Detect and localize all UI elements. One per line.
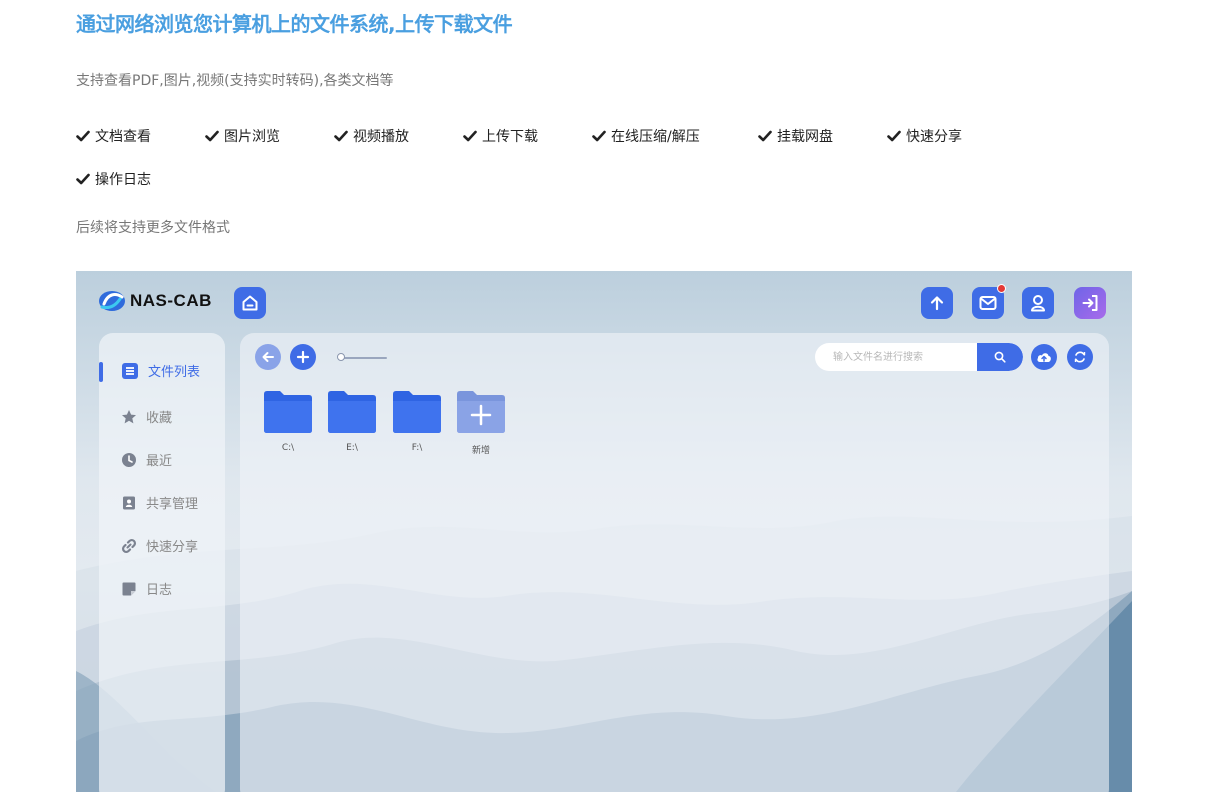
- feature-label: 图片浏览: [224, 129, 280, 145]
- sidebar-item-label: 快速分享: [146, 540, 199, 555]
- check-icon: [758, 130, 772, 142]
- sidebar-item-log[interactable]: 日志: [121, 579, 172, 598]
- check-icon: [463, 130, 477, 142]
- sidebar-item-share-manage[interactable]: 共享管理: [121, 493, 198, 512]
- page-subtitle: 支持查看PDF,图片,视频(支持实时转码),各类文档等: [76, 73, 394, 89]
- logo-text: NAS-CAB: [130, 291, 212, 310]
- home-button[interactable]: [234, 287, 266, 319]
- sidebar-item-recent[interactable]: 最近: [121, 450, 172, 469]
- folder-icon: [393, 391, 441, 433]
- slider-track: [341, 357, 387, 359]
- star-icon: [122, 409, 136, 423]
- feature-item: 上传下载: [463, 126, 538, 146]
- folder-icon: [264, 391, 312, 433]
- file-list-icon: [122, 362, 138, 379]
- file-panel: C:\ E:\ F:\ 新增: [240, 333, 1109, 792]
- messages-button[interactable]: [972, 284, 1006, 319]
- sidebar-item-label: 最近: [146, 454, 173, 469]
- folder-label: E:\: [346, 443, 358, 453]
- share-manage-icon: [123, 496, 135, 509]
- folder-label: C:\: [281, 443, 295, 453]
- folder-plus-icon: [457, 391, 505, 433]
- folder-label: 新增: [471, 446, 490, 456]
- feature-label: 操作日志: [95, 172, 151, 188]
- mail-icon: [979, 296, 997, 310]
- sidebar-item-label: 文件列表: [148, 365, 201, 380]
- check-icon: [887, 130, 901, 142]
- sidebar-item-label: 日志: [146, 583, 173, 598]
- cloud-upload-icon: [1037, 353, 1051, 362]
- back-button[interactable]: [255, 344, 281, 370]
- folder-icon: [328, 391, 376, 433]
- folder-label: F:\: [411, 443, 423, 453]
- feature-label: 文档查看: [95, 129, 151, 145]
- sidebar: 文件列表 收藏 最近 共享管理 快速分享 日志: [99, 333, 225, 792]
- cloud-upload-button[interactable]: [1031, 344, 1057, 370]
- page-title: 通过网络浏览您计算机上的文件系统,上传下载文件: [76, 12, 513, 36]
- notification-dot: [997, 284, 1006, 293]
- feature-label: 在线压缩/解压: [611, 129, 700, 145]
- active-indicator: [99, 362, 103, 382]
- search-icon: [994, 351, 1006, 363]
- upload-button[interactable]: [921, 287, 953, 319]
- link-icon: [121, 538, 137, 553]
- app-logo[interactable]: NAS-CAB: [98, 289, 212, 313]
- feature-label: 挂载网盘: [777, 129, 833, 145]
- logout-icon: [1082, 295, 1098, 311]
- folder-item-c[interactable]: C:\: [264, 391, 312, 453]
- feature-item: 视频播放: [334, 126, 409, 146]
- arrow-up-icon: [930, 296, 944, 311]
- check-icon: [76, 173, 90, 185]
- check-icon: [334, 130, 348, 142]
- sidebar-item-label: 收藏: [146, 411, 173, 426]
- page: 通过网络浏览您计算机上的文件系统,上传下载文件 支持查看PDF,图片,视频(支持…: [0, 0, 1205, 792]
- logo-icon: [99, 291, 125, 311]
- feature-item: 在线压缩/解压: [592, 126, 700, 146]
- feature-label: 视频播放: [353, 129, 409, 145]
- check-icon: [205, 130, 219, 142]
- sidebar-item-label: 共享管理: [146, 497, 199, 512]
- check-icon: [592, 130, 606, 142]
- search-input[interactable]: [831, 350, 985, 364]
- future-note: 后续将支持更多文件格式: [76, 220, 230, 236]
- plus-icon: [296, 350, 310, 364]
- search-box: [815, 343, 1023, 371]
- note-icon: [122, 582, 136, 595]
- feature-item: 挂载网盘: [758, 126, 833, 146]
- sidebar-item-favorites[interactable]: 收藏: [121, 407, 172, 426]
- folder-item-e[interactable]: E:\: [328, 391, 376, 453]
- add-button[interactable]: [290, 344, 316, 370]
- user-button[interactable]: [1022, 287, 1054, 319]
- slider-handle[interactable]: [337, 353, 345, 361]
- add-folder-item[interactable]: 新增: [457, 391, 505, 456]
- search-button[interactable]: [977, 343, 1023, 371]
- feature-item: 快速分享: [887, 126, 962, 146]
- refresh-icon: [1074, 351, 1086, 363]
- sidebar-item-quick-share[interactable]: 快速分享: [121, 536, 198, 555]
- arrow-left-icon: [262, 352, 274, 362]
- check-icon: [76, 130, 90, 142]
- feature-item: 文档查看: [76, 126, 151, 146]
- feature-label: 上传下载: [482, 129, 538, 145]
- feature-label: 快速分享: [906, 129, 962, 145]
- feature-item: 图片浏览: [205, 126, 280, 146]
- folder-item-f[interactable]: F:\: [393, 391, 441, 453]
- clock-icon: [122, 452, 136, 467]
- zoom-slider[interactable]: [337, 353, 387, 361]
- app-screenshot: NAS-CAB 文件列表 收藏 最近 共享管理 快速分享 日志 输入文件名进行搜…: [76, 271, 1132, 792]
- sidebar-item-file-list[interactable]: 文件列表: [121, 361, 200, 380]
- user-icon: [1031, 295, 1045, 312]
- logout-button[interactable]: [1074, 287, 1106, 319]
- home-icon: [242, 295, 258, 311]
- refresh-button[interactable]: [1067, 344, 1093, 370]
- feature-item: 操作日志: [76, 169, 151, 189]
